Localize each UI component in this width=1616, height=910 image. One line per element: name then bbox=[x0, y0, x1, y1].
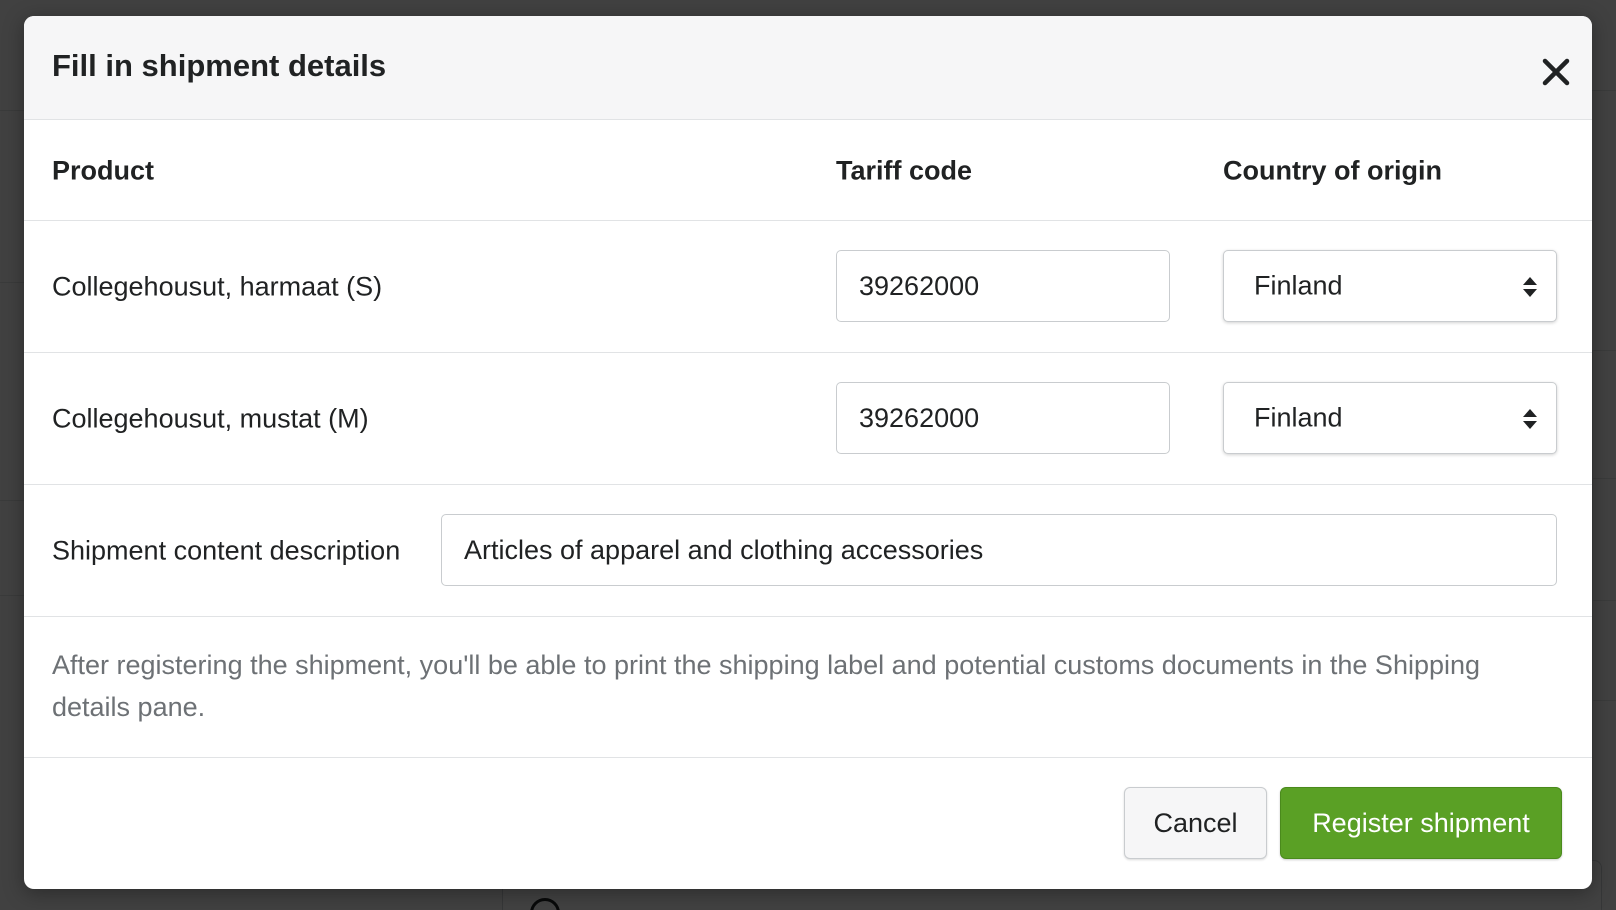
row-divider bbox=[24, 220, 1592, 221]
select-arrows-icon bbox=[1523, 277, 1537, 297]
modal-header: Fill in shipment details bbox=[24, 16, 1592, 120]
country-select-value: Finland bbox=[1254, 270, 1343, 301]
column-header-tariff-code: Tariff code bbox=[836, 155, 973, 186]
row-divider bbox=[24, 484, 1592, 485]
info-message: After registering the shipment, you'll b… bbox=[52, 650, 1481, 722]
tariff-code-input[interactable] bbox=[836, 382, 1170, 454]
product-name: Collegehousut, harmaat (S) bbox=[52, 271, 383, 302]
column-header-product: Product bbox=[52, 155, 155, 186]
country-of-origin-select[interactable]: Finland bbox=[1223, 250, 1557, 322]
country-of-origin-select[interactable]: Finland bbox=[1223, 382, 1557, 454]
row-divider bbox=[24, 616, 1592, 617]
modal-title: Fill in shipment details bbox=[52, 48, 387, 83]
select-arrows-icon bbox=[1523, 409, 1537, 429]
shipment-details-modal: Fill in shipment details Product Tariff … bbox=[24, 16, 1592, 889]
country-select-value: Finland bbox=[1254, 402, 1343, 433]
row-divider bbox=[24, 352, 1592, 353]
register-shipment-button[interactable]: Register shipment bbox=[1280, 787, 1562, 859]
column-header-country-of-origin: Country of origin bbox=[1223, 155, 1442, 186]
shipment-description-label: Shipment content description bbox=[52, 535, 401, 566]
close-icon bbox=[1542, 58, 1570, 86]
cancel-button[interactable]: Cancel bbox=[1124, 787, 1267, 859]
shipment-description-input[interactable] bbox=[441, 514, 1557, 586]
tariff-code-input[interactable] bbox=[836, 250, 1170, 322]
close-button[interactable] bbox=[1536, 52, 1576, 92]
product-name: Collegehousut, mustat (M) bbox=[52, 403, 369, 434]
footer-divider bbox=[24, 757, 1592, 758]
